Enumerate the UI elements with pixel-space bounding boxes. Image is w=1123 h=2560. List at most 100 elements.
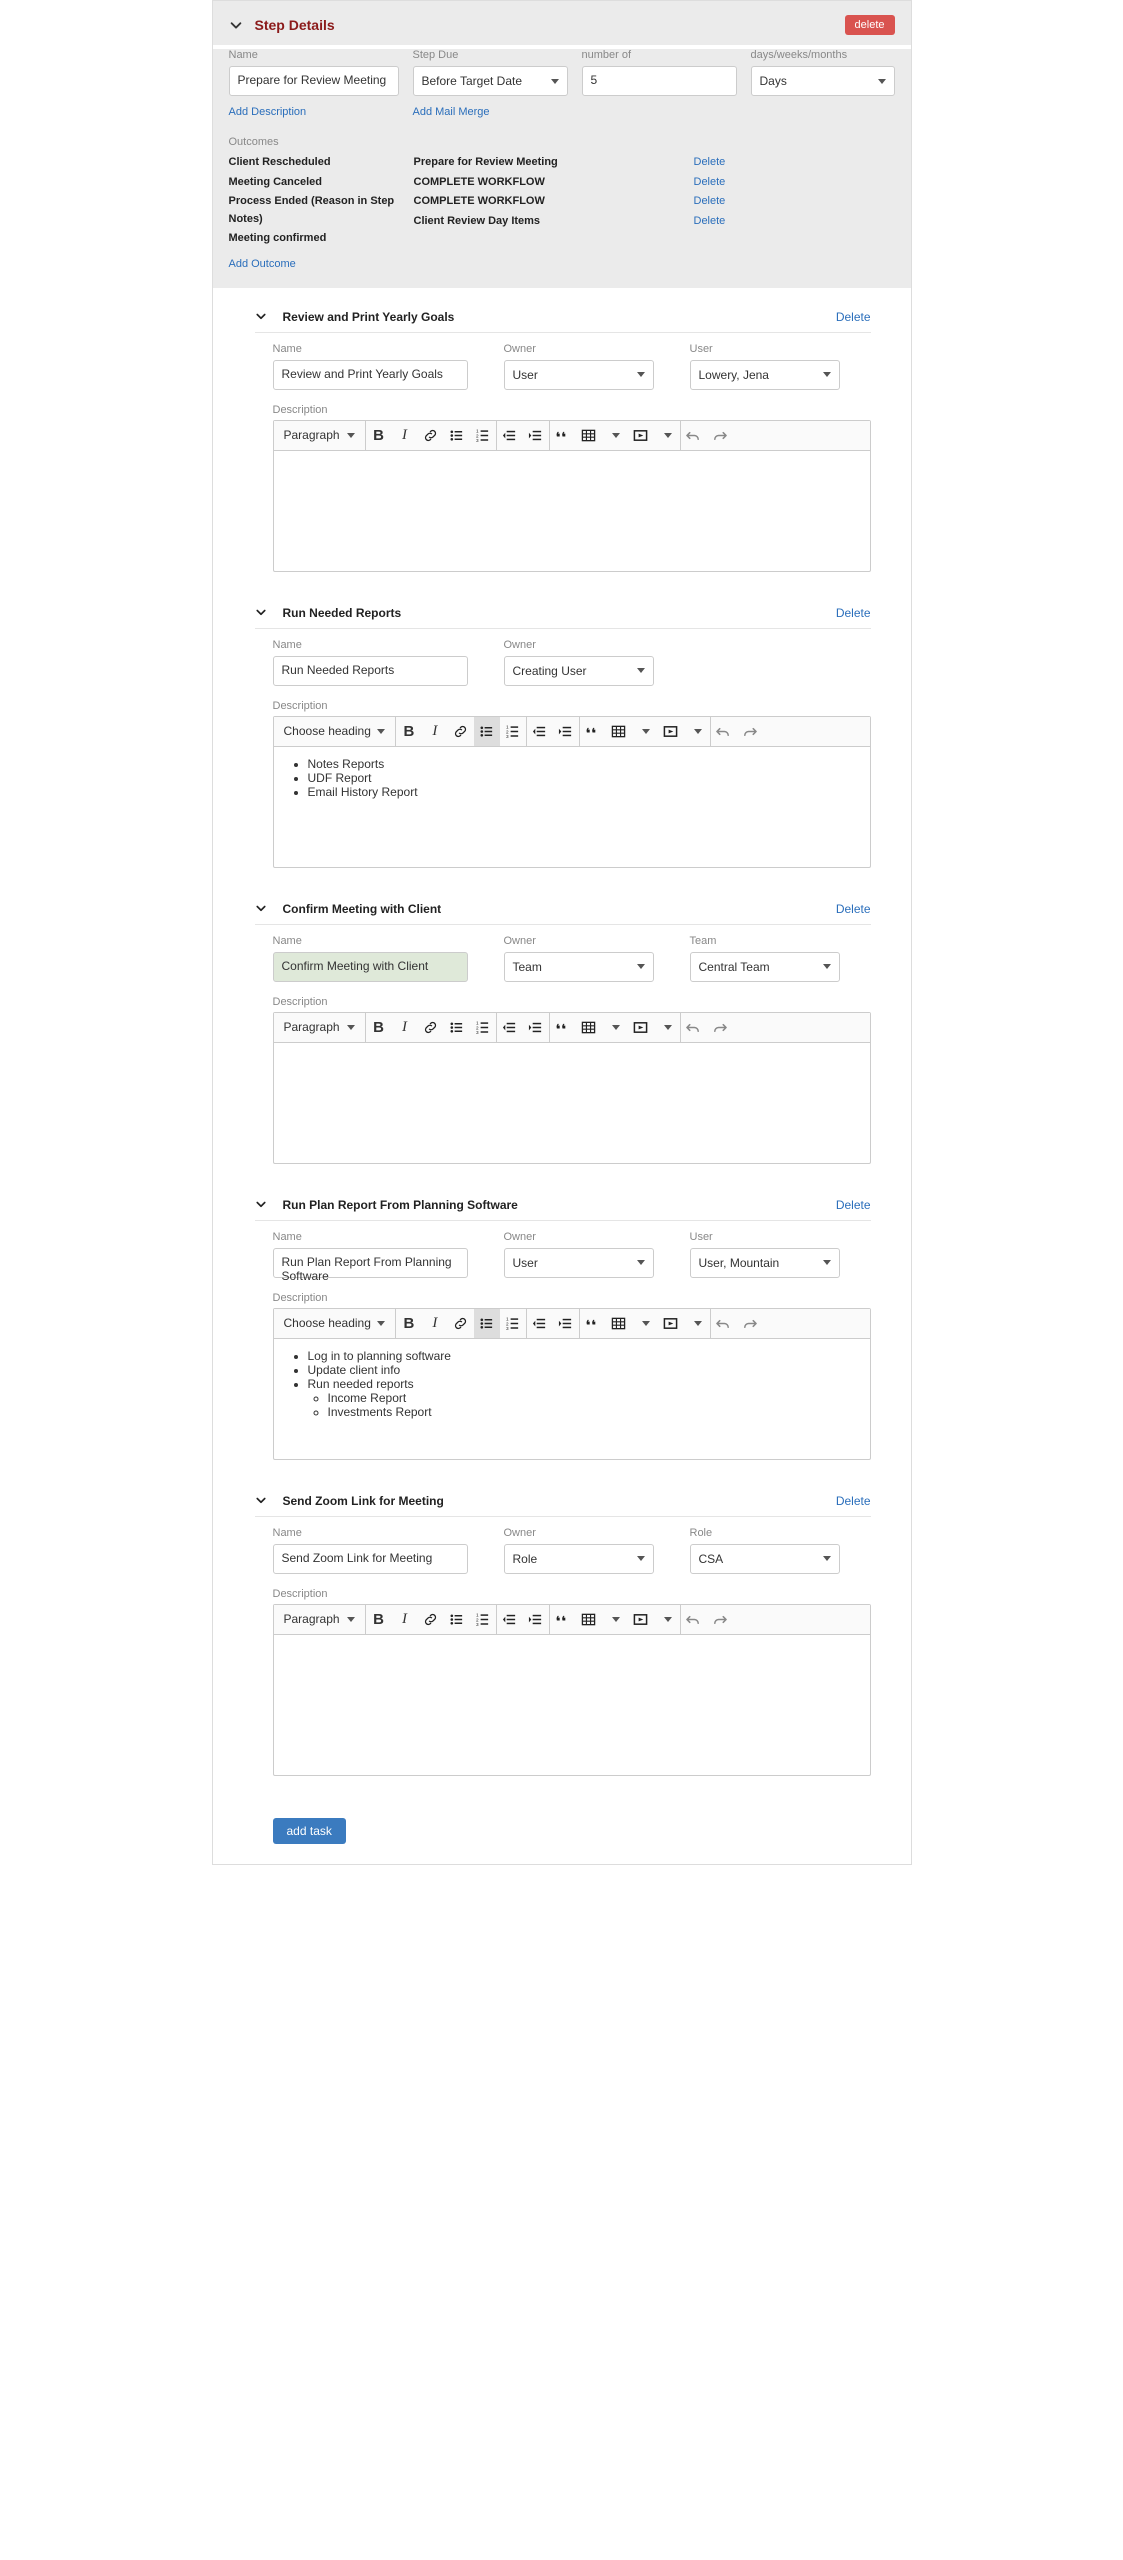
italic-button[interactable]: I	[392, 421, 418, 450]
media-button[interactable]	[628, 421, 654, 450]
add-task-button[interactable]: add task	[273, 1818, 346, 1844]
owner-select[interactable]: Team	[504, 952, 654, 982]
chevron-down-icon[interactable]	[255, 1198, 269, 1212]
italic-button[interactable]: I	[422, 1309, 448, 1338]
assignee-select[interactable]: User, Mountain	[690, 1248, 840, 1278]
chevron-down-icon[interactable]	[255, 310, 269, 324]
outdent-button[interactable]	[497, 1013, 523, 1042]
task-delete-link[interactable]: Delete	[836, 606, 871, 620]
italic-button[interactable]: I	[392, 1605, 418, 1634]
media-dropdown[interactable]	[654, 1605, 680, 1634]
link-button[interactable]	[418, 421, 444, 450]
redo-button[interactable]	[707, 421, 733, 450]
owner-select[interactable]: User	[504, 360, 654, 390]
assignee-select[interactable]: CSA	[690, 1544, 840, 1574]
assignee-select[interactable]: Central Team	[690, 952, 840, 982]
table-button[interactable]	[576, 421, 602, 450]
delete-step-button[interactable]: delete	[845, 15, 895, 35]
numbered-list-button[interactable]: 123	[500, 1309, 526, 1338]
link-button[interactable]	[448, 717, 474, 746]
bold-button[interactable]: B	[396, 1309, 422, 1338]
chevron-down-icon[interactable]	[229, 18, 243, 32]
chevron-down-icon[interactable]	[255, 606, 269, 620]
indent-button[interactable]	[523, 1013, 549, 1042]
blockquote-button[interactable]	[580, 1309, 606, 1338]
blockquote-button[interactable]	[550, 421, 576, 450]
link-button[interactable]	[448, 1309, 474, 1338]
outdent-button[interactable]	[527, 1309, 553, 1338]
task-name-input[interactable]: Confirm Meeting with Client	[273, 952, 468, 982]
redo-button[interactable]	[707, 1605, 733, 1634]
heading-select[interactable]: Choose heading	[274, 717, 396, 746]
media-dropdown[interactable]	[684, 717, 710, 746]
undo-button[interactable]	[711, 1309, 737, 1338]
editor-body[interactable]: Notes ReportsUDF ReportEmail History Rep…	[274, 747, 870, 867]
media-button[interactable]	[628, 1605, 654, 1634]
table-dropdown[interactable]	[602, 1605, 628, 1634]
table-button[interactable]	[576, 1605, 602, 1634]
table-dropdown[interactable]	[602, 1013, 628, 1042]
heading-select[interactable]: Choose heading	[274, 1309, 396, 1338]
italic-button[interactable]: I	[422, 717, 448, 746]
chevron-down-icon[interactable]	[255, 1494, 269, 1508]
blockquote-button[interactable]	[550, 1605, 576, 1634]
bullet-list-button[interactable]	[444, 1605, 470, 1634]
step-name-input[interactable]: Prepare for Review Meeting	[229, 66, 399, 96]
media-button[interactable]	[628, 1013, 654, 1042]
bullet-list-button[interactable]	[474, 1309, 500, 1338]
task-name-input[interactable]: Run Plan Report From Planning Software	[273, 1248, 468, 1278]
task-delete-link[interactable]: Delete	[836, 310, 871, 324]
numbered-list-button[interactable]: 123	[470, 1605, 496, 1634]
unit-select[interactable]: Days	[751, 66, 895, 96]
media-button[interactable]	[658, 717, 684, 746]
table-dropdown[interactable]	[632, 1309, 658, 1338]
bullet-list-button[interactable]	[474, 717, 500, 746]
bold-button[interactable]: B	[396, 717, 422, 746]
media-button[interactable]	[658, 1309, 684, 1338]
add-outcome-link[interactable]: Add Outcome	[229, 258, 296, 270]
owner-select[interactable]: User	[504, 1248, 654, 1278]
numbered-list-button[interactable]: 123	[470, 421, 496, 450]
media-dropdown[interactable]	[654, 1013, 680, 1042]
blockquote-button[interactable]	[580, 717, 606, 746]
outcome-delete-link[interactable]: Delete	[694, 156, 726, 168]
indent-button[interactable]	[523, 421, 549, 450]
task-delete-link[interactable]: Delete	[836, 1198, 871, 1212]
outcome-delete-link[interactable]: Delete	[694, 176, 726, 188]
link-button[interactable]	[418, 1013, 444, 1042]
table-button[interactable]	[606, 1309, 632, 1338]
assignee-select[interactable]: Lowery, Jena	[690, 360, 840, 390]
indent-button[interactable]	[523, 1605, 549, 1634]
editor-body[interactable]	[274, 1635, 870, 1775]
heading-select[interactable]: Paragraph	[274, 1605, 366, 1634]
task-delete-link[interactable]: Delete	[836, 902, 871, 916]
indent-button[interactable]	[553, 717, 579, 746]
blockquote-button[interactable]	[550, 1013, 576, 1042]
outdent-button[interactable]	[497, 1605, 523, 1634]
bold-button[interactable]: B	[366, 421, 392, 450]
undo-button[interactable]	[681, 1605, 707, 1634]
table-button[interactable]	[576, 1013, 602, 1042]
task-name-input[interactable]: Review and Print Yearly Goals	[273, 360, 468, 390]
undo-button[interactable]	[681, 1013, 707, 1042]
editor-body[interactable]: Log in to planning softwareUpdate client…	[274, 1339, 870, 1459]
task-delete-link[interactable]: Delete	[836, 1494, 871, 1508]
table-button[interactable]	[606, 717, 632, 746]
number-of-input[interactable]: 5	[582, 66, 737, 96]
bullet-list-button[interactable]	[444, 1013, 470, 1042]
add-mail-merge-link[interactable]: Add Mail Merge	[413, 106, 568, 118]
editor-body[interactable]	[274, 1043, 870, 1163]
indent-button[interactable]	[553, 1309, 579, 1338]
undo-button[interactable]	[711, 717, 737, 746]
link-button[interactable]	[418, 1605, 444, 1634]
numbered-list-button[interactable]: 123	[500, 717, 526, 746]
redo-button[interactable]	[737, 1309, 763, 1338]
numbered-list-button[interactable]: 123	[470, 1013, 496, 1042]
heading-select[interactable]: Paragraph	[274, 421, 366, 450]
italic-button[interactable]: I	[392, 1013, 418, 1042]
bold-button[interactable]: B	[366, 1605, 392, 1634]
media-dropdown[interactable]	[684, 1309, 710, 1338]
task-name-input[interactable]: Send Zoom Link for Meeting	[273, 1544, 468, 1574]
outcome-delete-link[interactable]: Delete	[694, 195, 726, 207]
bullet-list-button[interactable]	[444, 421, 470, 450]
